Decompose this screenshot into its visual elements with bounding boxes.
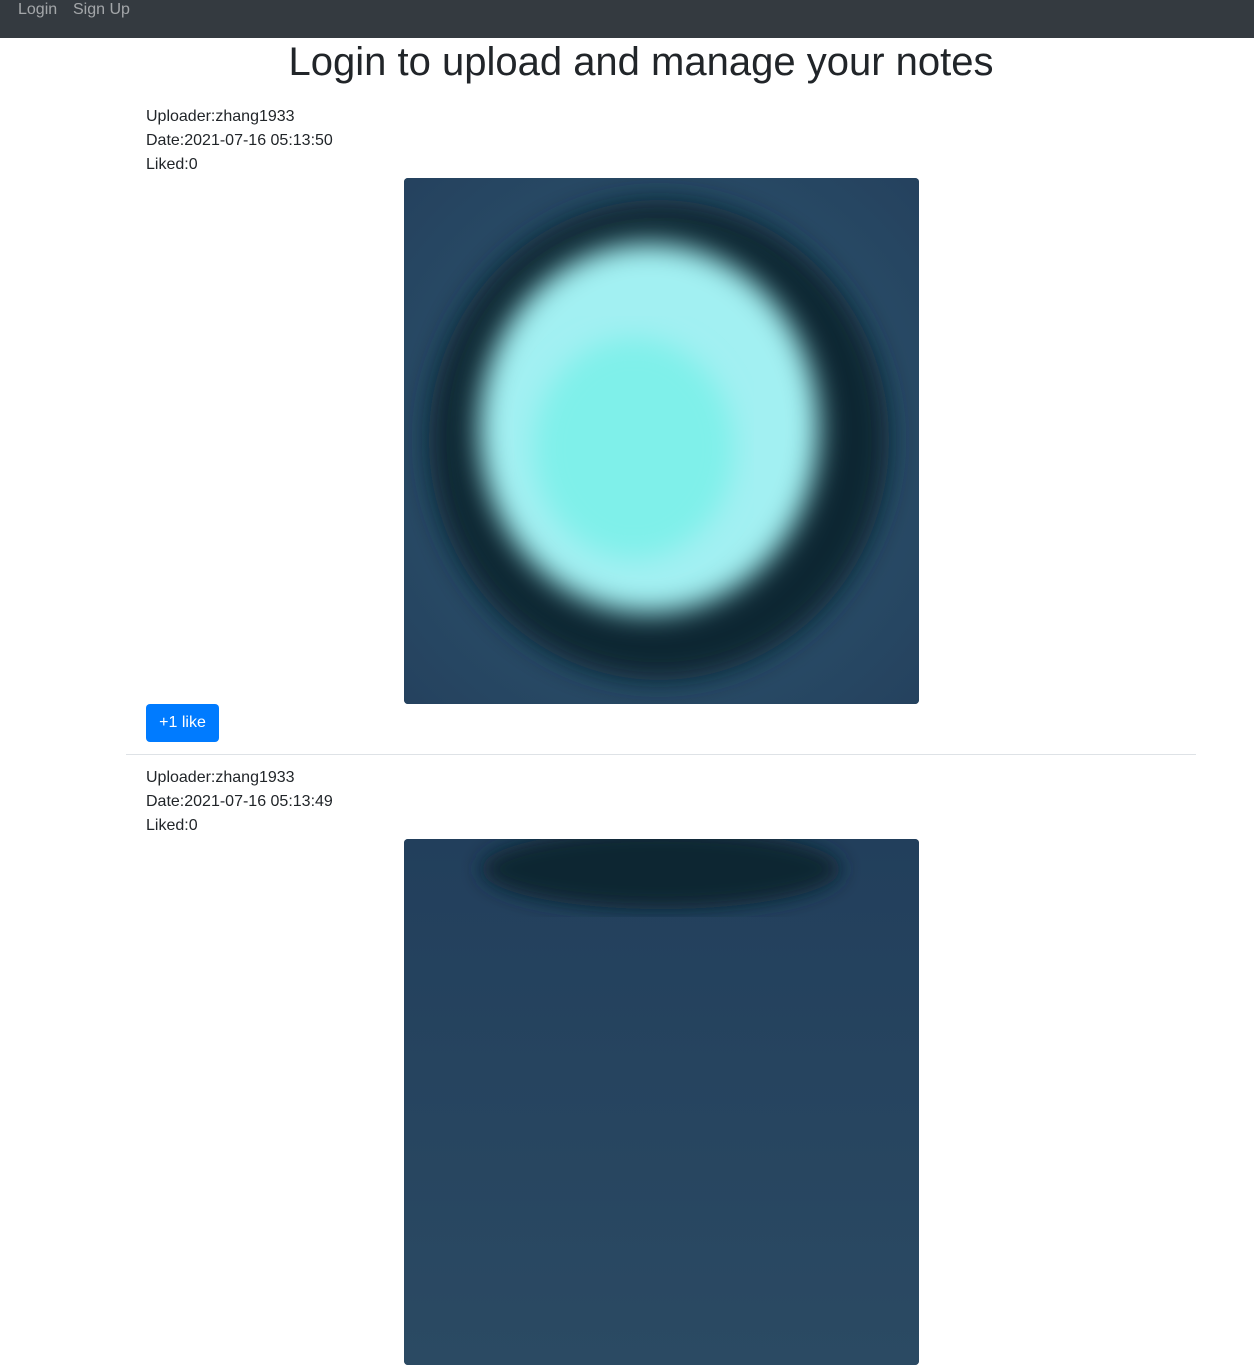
signup-link[interactable]: Sign Up: [73, 0, 130, 20]
date-text: Date:2021-07-16 05:13:49: [146, 793, 333, 810]
note-post: Uploader:zhang1933 Date:2021-07-16 05:13…: [146, 766, 1196, 1365]
top-navbar: Login Sign Up: [0, 0, 1254, 38]
page-title: Login to upload and manage your notes: [288, 40, 994, 84]
note-image: [404, 178, 919, 704]
note-post: Uploader:zhang1933 Date:2021-07-16 05:13…: [146, 105, 1196, 742]
liked-count: Liked:0: [146, 817, 198, 834]
post-divider: [126, 754, 1196, 755]
like-button[interactable]: +1 like: [146, 704, 219, 742]
login-link[interactable]: Login: [18, 0, 57, 20]
uploader-text: Uploader:zhang1933: [146, 769, 295, 786]
uploader-text: Uploader:zhang1933: [146, 108, 295, 125]
note-image: [404, 839, 919, 1365]
liked-count: Liked:0: [146, 156, 198, 173]
date-text: Date:2021-07-16 05:13:50: [146, 132, 333, 149]
